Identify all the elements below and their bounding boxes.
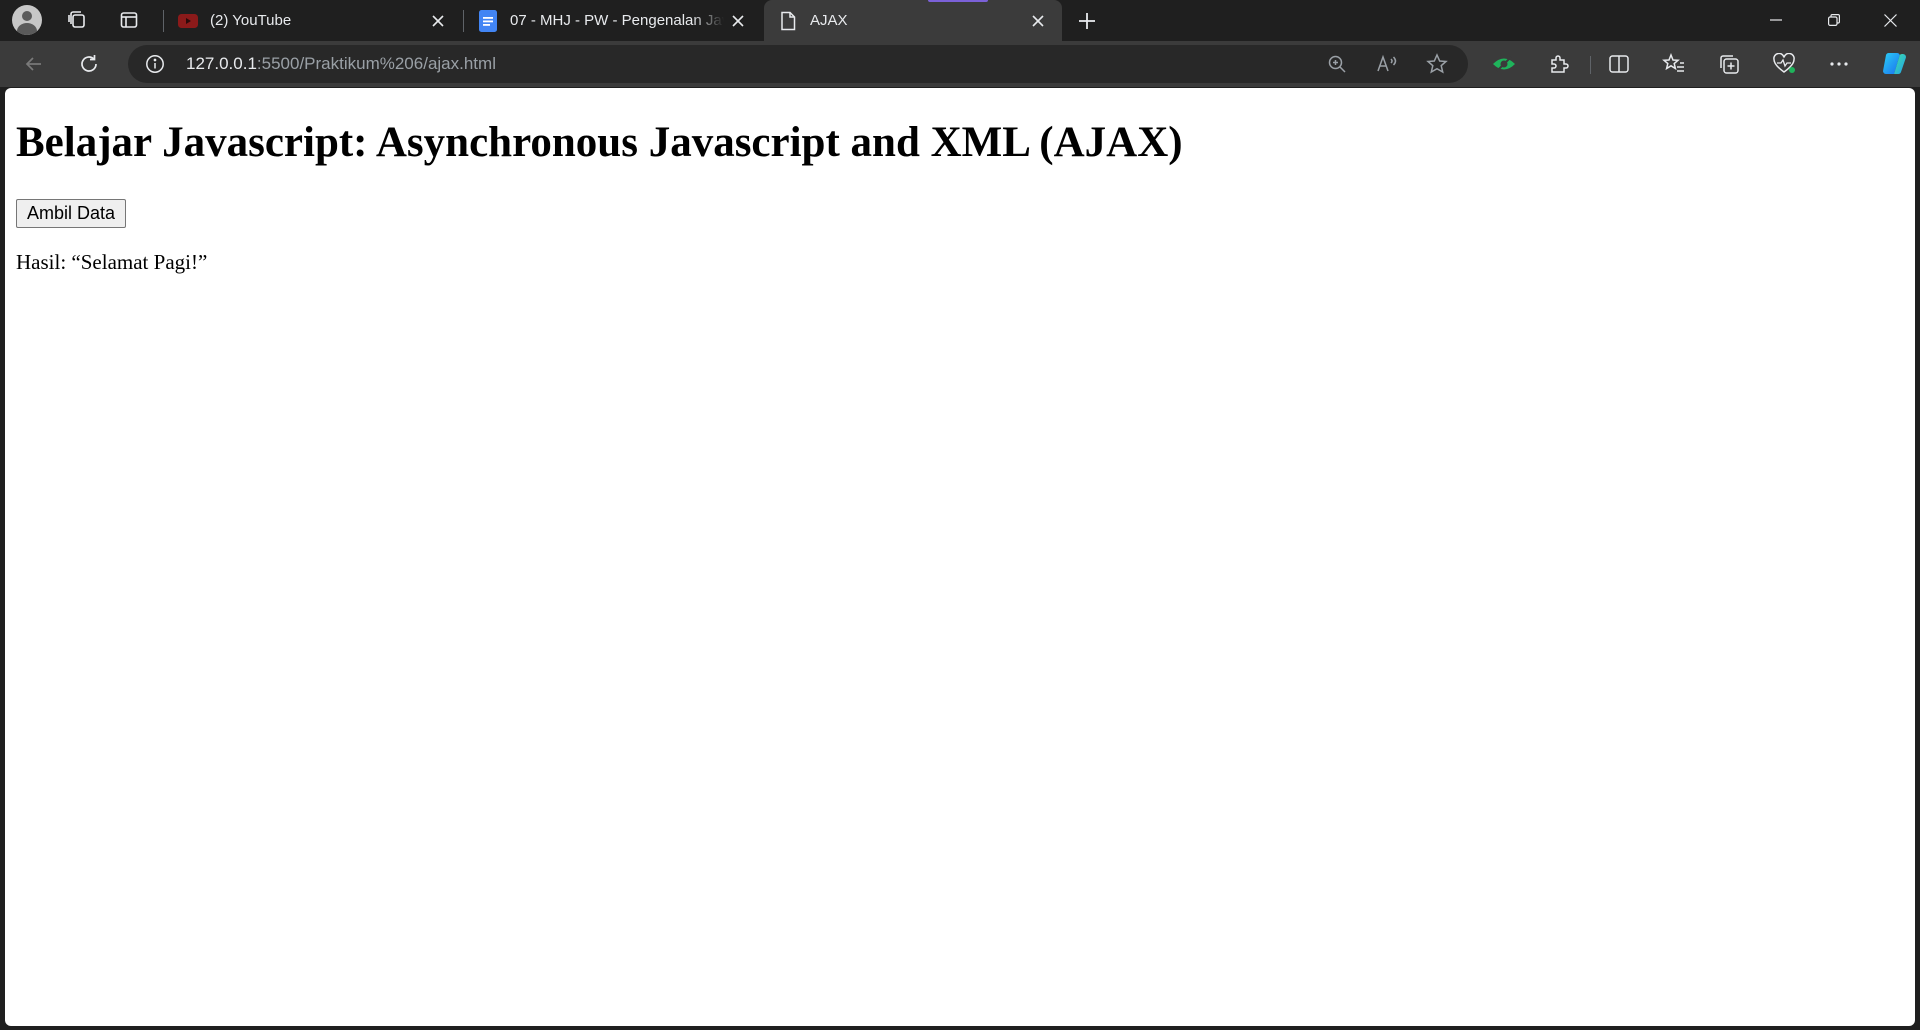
copilot-button[interactable] [1876, 47, 1912, 81]
profile-avatar[interactable] [12, 5, 42, 35]
workspaces-icon [68, 11, 85, 28]
tab-title: AJAX [810, 12, 848, 29]
url-path: :5500/Praktikum%206/ajax.html [256, 54, 496, 73]
minimize-icon [1770, 19, 1782, 21]
performance-button[interactable] [1766, 47, 1802, 81]
address-bar[interactable]: 127.0.0.1:5500/Praktikum%206/ajax.html [128, 45, 1468, 83]
close-window-button[interactable] [1862, 0, 1918, 40]
result-label: Hasil: [16, 250, 67, 275]
heart-pulse-icon [1773, 53, 1795, 73]
plus-icon [1079, 13, 1095, 29]
google-docs-icon [478, 9, 498, 32]
tab-title: (2) YouTube [210, 12, 292, 29]
extensions-button[interactable] [1541, 47, 1577, 81]
page-heading: Belajar Javascript: Asynchronous Javascr… [16, 119, 1183, 166]
split-screen-icon [1609, 55, 1629, 73]
restore-icon [1828, 14, 1840, 26]
more-horizontal-icon [1830, 62, 1848, 66]
toolbar-divider [1590, 56, 1591, 74]
workspaces-button[interactable] [62, 6, 92, 34]
back-arrow-icon [25, 57, 41, 71]
settings-and-more-button[interactable] [1821, 47, 1857, 81]
site-info-icon[interactable] [144, 53, 166, 75]
new-tab-button[interactable] [1072, 6, 1102, 36]
page-body: Belajar Javascript: Asynchronous Javascr… [5, 88, 1915, 283]
tab-google-docs[interactable]: 07 - MHJ - PW - Pengenalan Javascript [464, 0, 762, 41]
browser-window: (2) YouTube 07 - MHJ - PW - Pengenalan J… [0, 0, 1920, 1030]
result-line: Hasil: “Selamat Pagi!” [16, 250, 1904, 275]
result-value: “Selamat Pagi!” [71, 250, 208, 275]
refresh-icon [81, 55, 97, 72]
collections-icon [1720, 55, 1739, 74]
close-tab-icon[interactable] [724, 7, 752, 35]
vertical-tabs-icon [120, 12, 138, 28]
copilot-icon [1883, 52, 1906, 74]
url-text[interactable]: 127.0.0.1:5500/Praktikum%206/ajax.html [186, 45, 496, 83]
split-screen-button[interactable] [1601, 47, 1637, 81]
tab-youtube[interactable]: (2) YouTube [164, 0, 462, 41]
close-tab-icon[interactable] [424, 7, 452, 35]
page-viewport: Belajar Javascript: Asynchronous Javascr… [5, 88, 1915, 1026]
fetch-data-button[interactable]: Ambil Data [16, 199, 127, 229]
restore-button[interactable] [1806, 0, 1862, 40]
zoom-icon[interactable] [1322, 50, 1352, 78]
tab-title: 07 - MHJ - PW - Pengenalan Javascript [510, 12, 724, 29]
favorite-star-icon[interactable] [1422, 50, 1452, 78]
tab-actions-button[interactable] [114, 6, 144, 34]
avatar-body-shape [17, 23, 37, 35]
tab-strip: (2) YouTube 07 - MHJ - PW - Pengenalan J… [0, 0, 1920, 41]
minimize-button[interactable] [1748, 0, 1804, 40]
collections-button[interactable] [1711, 47, 1747, 81]
browser-essentials-button[interactable] [1486, 47, 1522, 81]
close-tab-icon[interactable] [1024, 7, 1052, 35]
read-aloud-icon[interactable] [1372, 50, 1402, 78]
avatar-head-shape [22, 11, 32, 21]
eye-shield-icon [1493, 56, 1515, 72]
toolbar: 127.0.0.1:5500/Praktikum%206/ajax.html [0, 41, 1920, 87]
tab-ajax[interactable]: AJAX [764, 0, 1062, 41]
active-tab-indicator [928, 0, 988, 2]
favorites-list-icon [1662, 53, 1684, 72]
youtube-icon [178, 11, 198, 31]
close-icon [1883, 13, 1897, 27]
back-button[interactable] [16, 47, 52, 81]
favorites-button[interactable] [1656, 47, 1692, 81]
puzzle-icon [1551, 55, 1569, 73]
url-host: 127.0.0.1 [186, 54, 257, 73]
page-icon [778, 11, 798, 31]
refresh-button[interactable] [71, 47, 107, 81]
